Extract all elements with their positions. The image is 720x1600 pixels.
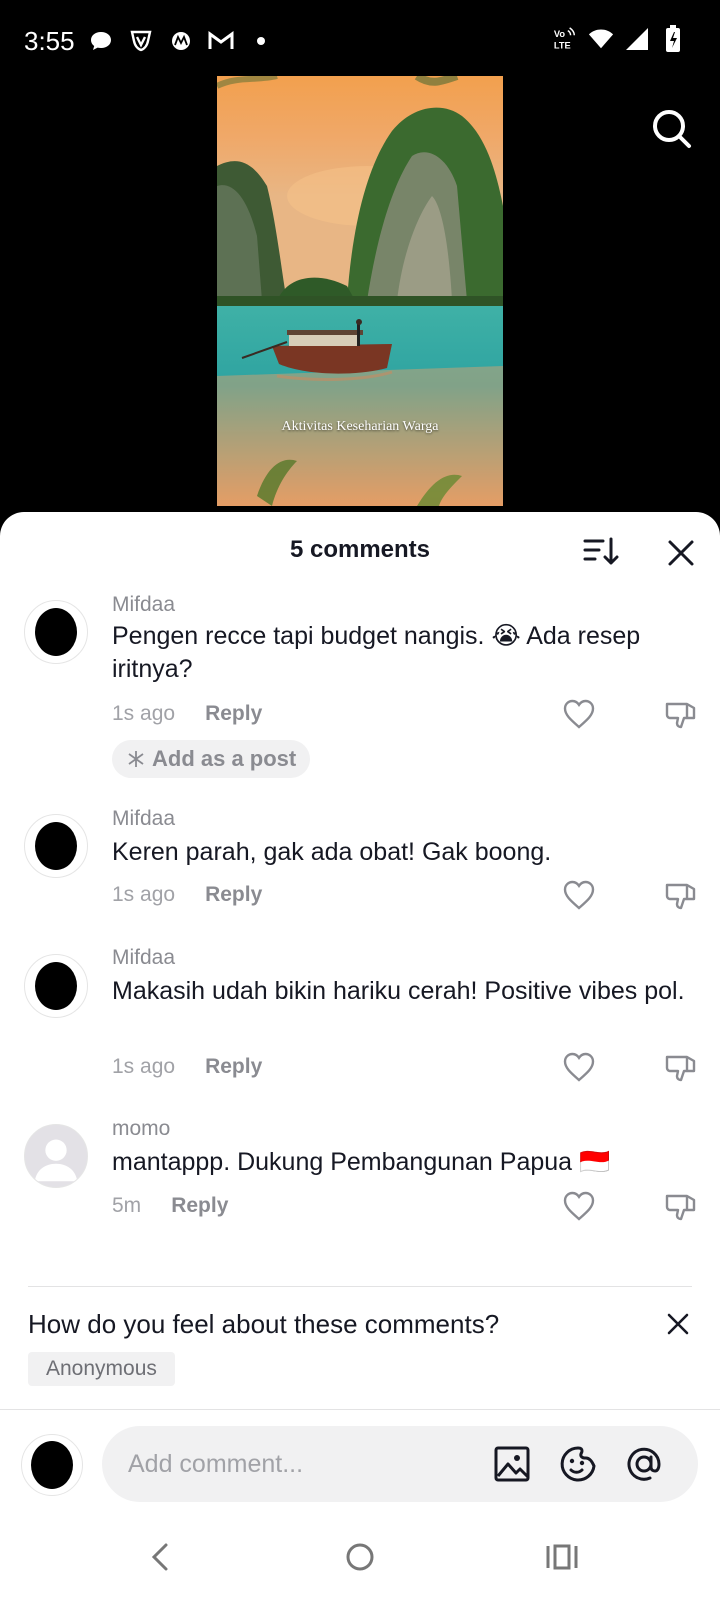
comment-input-bar xyxy=(0,1409,720,1515)
at-icon xyxy=(627,1447,661,1481)
battery-charging-icon xyxy=(660,25,686,52)
motorola-icon xyxy=(168,28,194,54)
close-icon xyxy=(667,1313,689,1335)
close-comments-button[interactable] xyxy=(666,538,696,568)
heart-icon xyxy=(563,1052,595,1082)
comment-time: 1s ago xyxy=(112,883,176,906)
search-button[interactable] xyxy=(651,108,693,150)
comment-text: Pengen recce tapi budget nangis. 😭 Ada r… xyxy=(112,622,641,683)
sort-button[interactable] xyxy=(583,536,619,568)
comment-username[interactable]: momo xyxy=(112,1117,170,1141)
reply-button[interactable]: Reply xyxy=(171,1194,228,1218)
comments-header: 5 comments xyxy=(0,512,720,592)
comment-time: 1s ago xyxy=(112,1055,176,1078)
thumbs-down-icon xyxy=(665,702,696,729)
comment-input-container[interactable] xyxy=(102,1426,698,1502)
video-caption: Aktivitas Keseharian Warga xyxy=(281,419,439,434)
dislike-button[interactable] xyxy=(664,1190,698,1222)
image-button[interactable] xyxy=(492,1444,532,1484)
like-button[interactable] xyxy=(562,1051,596,1083)
comment-meta: 5m Reply xyxy=(112,1194,228,1218)
reply-button[interactable]: Reply xyxy=(205,883,262,907)
heart-icon xyxy=(563,699,595,729)
sort-icon xyxy=(583,537,619,565)
status-bar: 3:55 Vo LTE xyxy=(0,0,720,76)
image-icon xyxy=(494,1446,530,1482)
emoji-button[interactable] xyxy=(558,1444,598,1484)
system-icons: Vo LTE xyxy=(552,25,686,52)
wifi-icon xyxy=(588,26,614,52)
feedback-question: How do you feel about these comments? xyxy=(28,1309,500,1339)
shield-v-icon xyxy=(128,28,154,54)
comments-sheet: 5 comments Mifdaa Pengen recce tapi budg… xyxy=(0,512,720,1600)
emoji-icon xyxy=(560,1446,596,1482)
close-icon xyxy=(668,540,694,566)
dot-icon xyxy=(248,28,274,54)
system-nav-bar xyxy=(0,1515,720,1600)
avatar[interactable] xyxy=(24,600,88,664)
comment-text: Keren parah, gak ada obat! Gak boong. xyxy=(112,838,552,866)
anonymous-tag: Anonymous xyxy=(28,1352,175,1386)
comment-username[interactable]: Mifdaa xyxy=(112,946,175,970)
avatar-image xyxy=(31,1441,73,1489)
sparkle-icon xyxy=(128,751,144,767)
home-button[interactable] xyxy=(340,1537,380,1577)
video-thumbnail[interactable]: Aktivitas Keseharian Warga xyxy=(217,76,503,506)
like-button[interactable] xyxy=(562,698,596,730)
comment-time: 1s ago xyxy=(112,702,176,725)
heart-icon xyxy=(563,1191,595,1221)
comment-input[interactable] xyxy=(128,1426,478,1502)
dislike-button[interactable] xyxy=(664,879,698,911)
video-area[interactable]: Aktivitas Keseharian Warga xyxy=(0,76,720,512)
comment-username[interactable]: Mifdaa xyxy=(112,807,175,831)
mention-button[interactable] xyxy=(624,1444,664,1484)
like-button[interactable] xyxy=(562,1190,596,1222)
avatar-image xyxy=(35,608,77,656)
comment-meta: 1s ago Reply xyxy=(112,1055,262,1079)
volte-icon: Vo LTE xyxy=(552,26,578,52)
dislike-button[interactable] xyxy=(664,698,698,730)
status-time: 3:55 xyxy=(24,26,75,56)
like-button[interactable] xyxy=(562,879,596,911)
comment-text-content: mantappp. Dukung Pembangunan Papua 🇮🇩 xyxy=(112,1148,611,1176)
recents-button[interactable] xyxy=(542,1537,582,1577)
svg-text:Vo: Vo xyxy=(554,29,565,39)
back-button[interactable] xyxy=(142,1537,182,1577)
svg-text:LTE: LTE xyxy=(554,40,571,50)
reply-button[interactable]: Reply xyxy=(205,1055,262,1079)
avatar[interactable] xyxy=(24,814,88,878)
avatar[interactable] xyxy=(24,954,88,1018)
notification-icons xyxy=(88,28,274,54)
comment-username[interactable]: Mifdaa xyxy=(112,593,175,617)
heart-icon xyxy=(563,880,595,910)
avatar-image xyxy=(35,962,77,1010)
comment-time: 5m xyxy=(112,1194,142,1217)
comment-meta: 1s ago Reply xyxy=(112,702,262,726)
thumbs-down-icon xyxy=(665,1194,696,1221)
divider xyxy=(28,1286,692,1287)
reply-button[interactable]: Reply xyxy=(205,702,262,726)
avatar-image xyxy=(35,822,77,870)
home-icon xyxy=(346,1543,374,1571)
message-bubble-icon xyxy=(88,28,114,54)
comment-meta: 1s ago Reply xyxy=(112,883,262,907)
default-avatar-icon xyxy=(34,1139,78,1182)
thumbs-down-icon xyxy=(665,1055,696,1082)
add-as-post-label: Add as a post xyxy=(152,746,297,771)
search-icon xyxy=(653,110,691,148)
signal-icon xyxy=(624,26,650,52)
my-avatar xyxy=(21,1434,83,1496)
add-as-post-button[interactable]: Add as a post xyxy=(112,740,311,778)
gmail-icon xyxy=(208,28,234,54)
avatar[interactable] xyxy=(24,1124,88,1188)
dismiss-feedback-button[interactable] xyxy=(666,1312,690,1336)
dislike-button[interactable] xyxy=(664,1051,698,1083)
comment-text: mantappp. Dukung Pembangunan Papua 🇮🇩 xyxy=(112,1146,702,1179)
back-icon xyxy=(151,1543,168,1571)
comment-text: Makasih udah bikin hariku cerah! Positiv… xyxy=(112,977,685,1005)
thumbs-down-icon xyxy=(665,883,696,910)
recents-icon xyxy=(546,1544,578,1570)
